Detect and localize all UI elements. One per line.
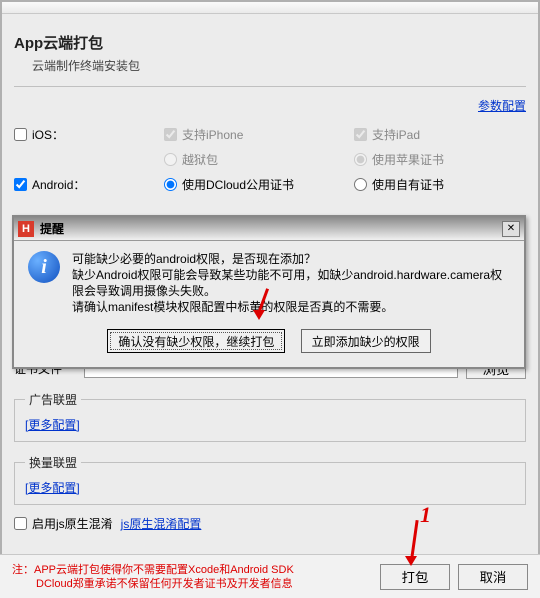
ads-fieldset: 广告联盟 [更多配置]	[14, 391, 526, 442]
apple-cert-radio	[354, 153, 367, 166]
annotation-arrowhead-1	[253, 310, 265, 320]
dialog-close-button[interactable]: ✕	[502, 221, 520, 237]
dcloud-cert-radio[interactable]	[164, 178, 177, 191]
android-label: Android：	[32, 176, 85, 193]
enable-js-obfuscate-checkbox[interactable]	[14, 517, 27, 530]
iphone-label: 支持iPhone	[182, 126, 243, 143]
own-cert-label: 使用自有证书	[372, 176, 444, 193]
channel-fieldset: 换量联盟 [更多配置]	[14, 454, 526, 505]
info-icon: i	[28, 251, 60, 283]
jailbreak-label: 越狱包	[182, 151, 218, 168]
apple-cert-label: 使用苹果证书	[372, 151, 444, 168]
ios-label: iOS：	[32, 126, 64, 143]
pack-button[interactable]: 打包	[380, 564, 450, 590]
channel-more-link[interactable]: [更多配置]	[25, 481, 80, 495]
alert-dialog: H 提醒 ✕ i 可能缺少必要的android权限，是否现在添加？ 缺少Andr…	[12, 215, 526, 369]
page-subtitle: 云端制作终端安装包	[32, 57, 526, 74]
ads-legend: 广告联盟	[25, 391, 81, 408]
add-permissions-button[interactable]: 立即添加缺少的权限	[301, 329, 431, 353]
params-config-link[interactable]: 参数配置	[14, 97, 526, 114]
dialog-app-icon: H	[18, 221, 34, 237]
jailbreak-radio	[164, 153, 177, 166]
android-checkbox[interactable]	[14, 178, 27, 191]
footer-note: 注：APP云端打包使得你不需要配置Xcode和Android SDK DClou…	[12, 563, 372, 591]
js-obfuscate-config-link[interactable]: js原生混淆配置	[121, 515, 202, 532]
dialog-message: 可能缺少必要的android权限，是否现在添加？ 缺少Android权限可能会导…	[72, 251, 510, 315]
annotation-arrowhead-2	[405, 556, 417, 566]
channel-legend: 换量联盟	[25, 454, 81, 471]
continue-pack-button[interactable]: 确认没有缺少权限，继续打包	[107, 329, 285, 353]
annotation-number-1: 1	[420, 502, 431, 528]
ios-checkbox[interactable]	[14, 128, 27, 141]
ipad-checkbox	[354, 128, 367, 141]
ads-more-link[interactable]: [更多配置]	[25, 418, 80, 432]
enable-js-obfuscate-label: 启用js原生混淆	[32, 515, 113, 532]
divider	[14, 86, 526, 87]
window-titlebar	[2, 2, 538, 14]
iphone-checkbox	[164, 128, 177, 141]
page-title: App云端打包	[14, 32, 526, 53]
dcloud-cert-label: 使用DCloud公用证书	[182, 176, 294, 193]
ipad-label: 支持iPad	[372, 126, 420, 143]
cancel-button[interactable]: 取消	[458, 564, 528, 590]
own-cert-radio[interactable]	[354, 178, 367, 191]
dialog-title: 提醒	[40, 220, 502, 237]
